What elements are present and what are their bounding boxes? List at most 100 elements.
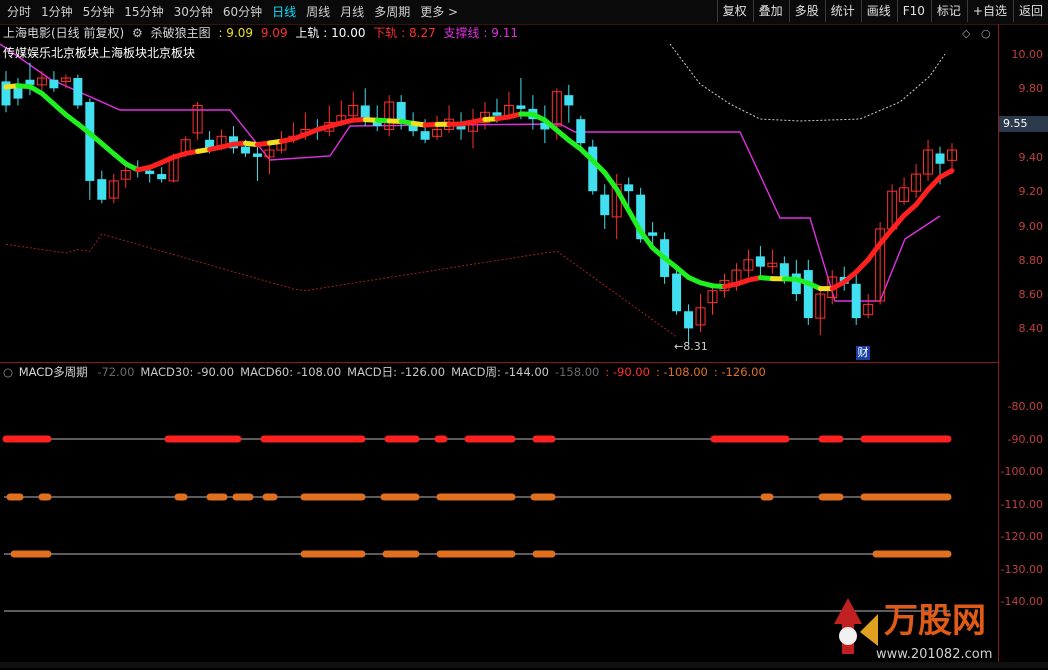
candle-body (516, 105, 525, 108)
price-tick: 9.80 (1019, 82, 1044, 95)
main-chart-area[interactable] (0, 24, 998, 364)
upper-band-label: 上轨 (295, 26, 319, 40)
price-tick: 9.00 (1019, 220, 1044, 233)
trend-line-segment (856, 260, 868, 272)
macd-collapse-icon[interactable]: ○ (3, 365, 13, 379)
indicator-value-1: : 9.09 (218, 26, 253, 40)
action-button-5[interactable]: F10 (897, 0, 930, 22)
panel-divider[interactable] (0, 362, 998, 363)
action-button-6[interactable]: 标记 (931, 0, 966, 22)
candle-body (145, 171, 154, 174)
candle-body (804, 270, 813, 318)
macd-title[interactable]: MACD多周期 (19, 365, 88, 379)
price-tick: 8.60 (1019, 288, 1044, 301)
macd-value-1: MACD30: -90.00 (140, 365, 234, 379)
macd-value-6: : -90.00 (605, 365, 650, 379)
support-line (0, 44, 940, 301)
macd-tick: -140.00 (1001, 595, 1043, 608)
candle-body (600, 195, 609, 216)
macd-header: ○ MACD多周期 -72.00 MACD30: -90.00 MACD60: -1… (0, 364, 778, 380)
candle-body (97, 179, 106, 200)
period-tab-1[interactable]: 1分钟 (36, 0, 78, 24)
finance-badge[interactable]: 财 (856, 346, 870, 360)
action-button-4[interactable]: 画线 (861, 0, 896, 22)
upper-band-value: : 10.00 (323, 26, 365, 40)
trend-line-segment (940, 171, 952, 178)
stock-title: 上海电影(日线 前复权) (3, 26, 124, 40)
candle-body (73, 78, 82, 105)
action-button-2[interactable]: 多股 (789, 0, 824, 22)
period-tab-7[interactable]: 周线 (301, 0, 335, 24)
trend-line-segment (880, 229, 892, 243)
trend-line-segment (916, 190, 928, 205)
watermark-logo: 万股网 www.201082.com (826, 584, 998, 666)
sector-tags: 传媒娱乐北京板块上海板块北京板块 (3, 44, 195, 61)
action-buttons: 复权叠加多股统计画线F10标记+自选返回 (716, 0, 1048, 24)
trend-line-segment (928, 177, 940, 190)
macd-tick: -80.00 (1008, 400, 1043, 413)
candle-body (49, 80, 58, 89)
macd-value-5: -158.00 (555, 365, 599, 379)
price-tick: 9.20 (1019, 185, 1044, 198)
period-tab-5[interactable]: 60分钟 (218, 0, 267, 24)
lower-band-value: : 8.27 (401, 26, 436, 40)
panel-close-icon[interactable]: ○ (981, 27, 991, 40)
action-button-8[interactable]: 返回 (1013, 0, 1048, 22)
collapse-icon[interactable]: ◇ (962, 27, 970, 40)
price-tick: 8.80 (1019, 254, 1044, 267)
price-tick: 10.00 (1012, 48, 1044, 61)
candle-body (85, 102, 94, 181)
macd-tick: -90.00 (1008, 433, 1043, 446)
candle-body (756, 256, 765, 266)
support-line-label: 支撑线 (444, 26, 480, 40)
candle-body (241, 147, 250, 154)
macd-value-2: MACD60: -108.00 (240, 365, 341, 379)
period-tab-8[interactable]: 月线 (335, 0, 369, 24)
candle-body (852, 284, 861, 318)
candle-body (624, 184, 633, 191)
candle-body (421, 131, 430, 140)
macd-value-0: -72.00 (97, 365, 134, 379)
period-tab-9[interactable]: 多周期 (369, 0, 415, 24)
trend-line-segment (617, 189, 629, 210)
candle-body (672, 274, 681, 312)
support-line-value: : 9.11 (483, 26, 518, 40)
candle-body (253, 153, 262, 156)
period-tab-3[interactable]: 15分钟 (119, 0, 168, 24)
watermark-url: www.201082.com (876, 647, 992, 662)
period-tab-6[interactable]: 日线 (267, 0, 301, 24)
period-tab-2[interactable]: 5分钟 (78, 0, 120, 24)
action-button-1[interactable]: 叠加 (753, 0, 788, 22)
candle-body (780, 263, 789, 277)
candle-body (361, 105, 370, 119)
period-tab-0[interactable]: 分时 (2, 0, 36, 24)
period-tab-4[interactable]: 30分钟 (169, 0, 218, 24)
candle-body (157, 174, 166, 179)
macd-value-3: MACD日: -126.00 (347, 365, 445, 379)
macd-value-4: MACD周: -144.00 (451, 365, 549, 379)
macd-value-7: : -108.00 (656, 365, 708, 379)
indicator-name[interactable]: 杀破狼主图 (151, 26, 211, 40)
low-price-marker: ←8.31 (674, 340, 708, 353)
macd-value-8: : -126.00 (714, 365, 766, 379)
period-tabs: 分时1分钟5分钟15分钟30分钟60分钟日线周线月线多周期更多 > (2, 0, 463, 24)
action-button-3[interactable]: 统计 (825, 0, 860, 22)
action-button-0[interactable]: 复权 (717, 0, 752, 22)
indicator-settings-icon[interactable]: ⚙ (132, 26, 143, 40)
candle-body (792, 274, 801, 295)
candle-body (648, 232, 657, 235)
trend-line-segment (605, 173, 617, 190)
candlestick-chart[interactable] (0, 24, 998, 364)
candle-body (576, 119, 585, 143)
bottom-scrollbar[interactable] (0, 662, 1048, 668)
macd-tick: -120.00 (1001, 530, 1043, 543)
candle-body (588, 147, 597, 192)
action-button-7[interactable]: +自选 (967, 0, 1012, 22)
candle-body (564, 95, 573, 105)
macd-tick: -130.00 (1001, 563, 1043, 576)
trend-line-segment (892, 215, 904, 229)
lower-band-label: 下轨 (373, 26, 397, 40)
period-tab-10[interactable]: 更多 > (415, 0, 463, 24)
indicator-value-2: 9.09 (261, 26, 288, 40)
price-tick: 8.40 (1019, 322, 1044, 335)
